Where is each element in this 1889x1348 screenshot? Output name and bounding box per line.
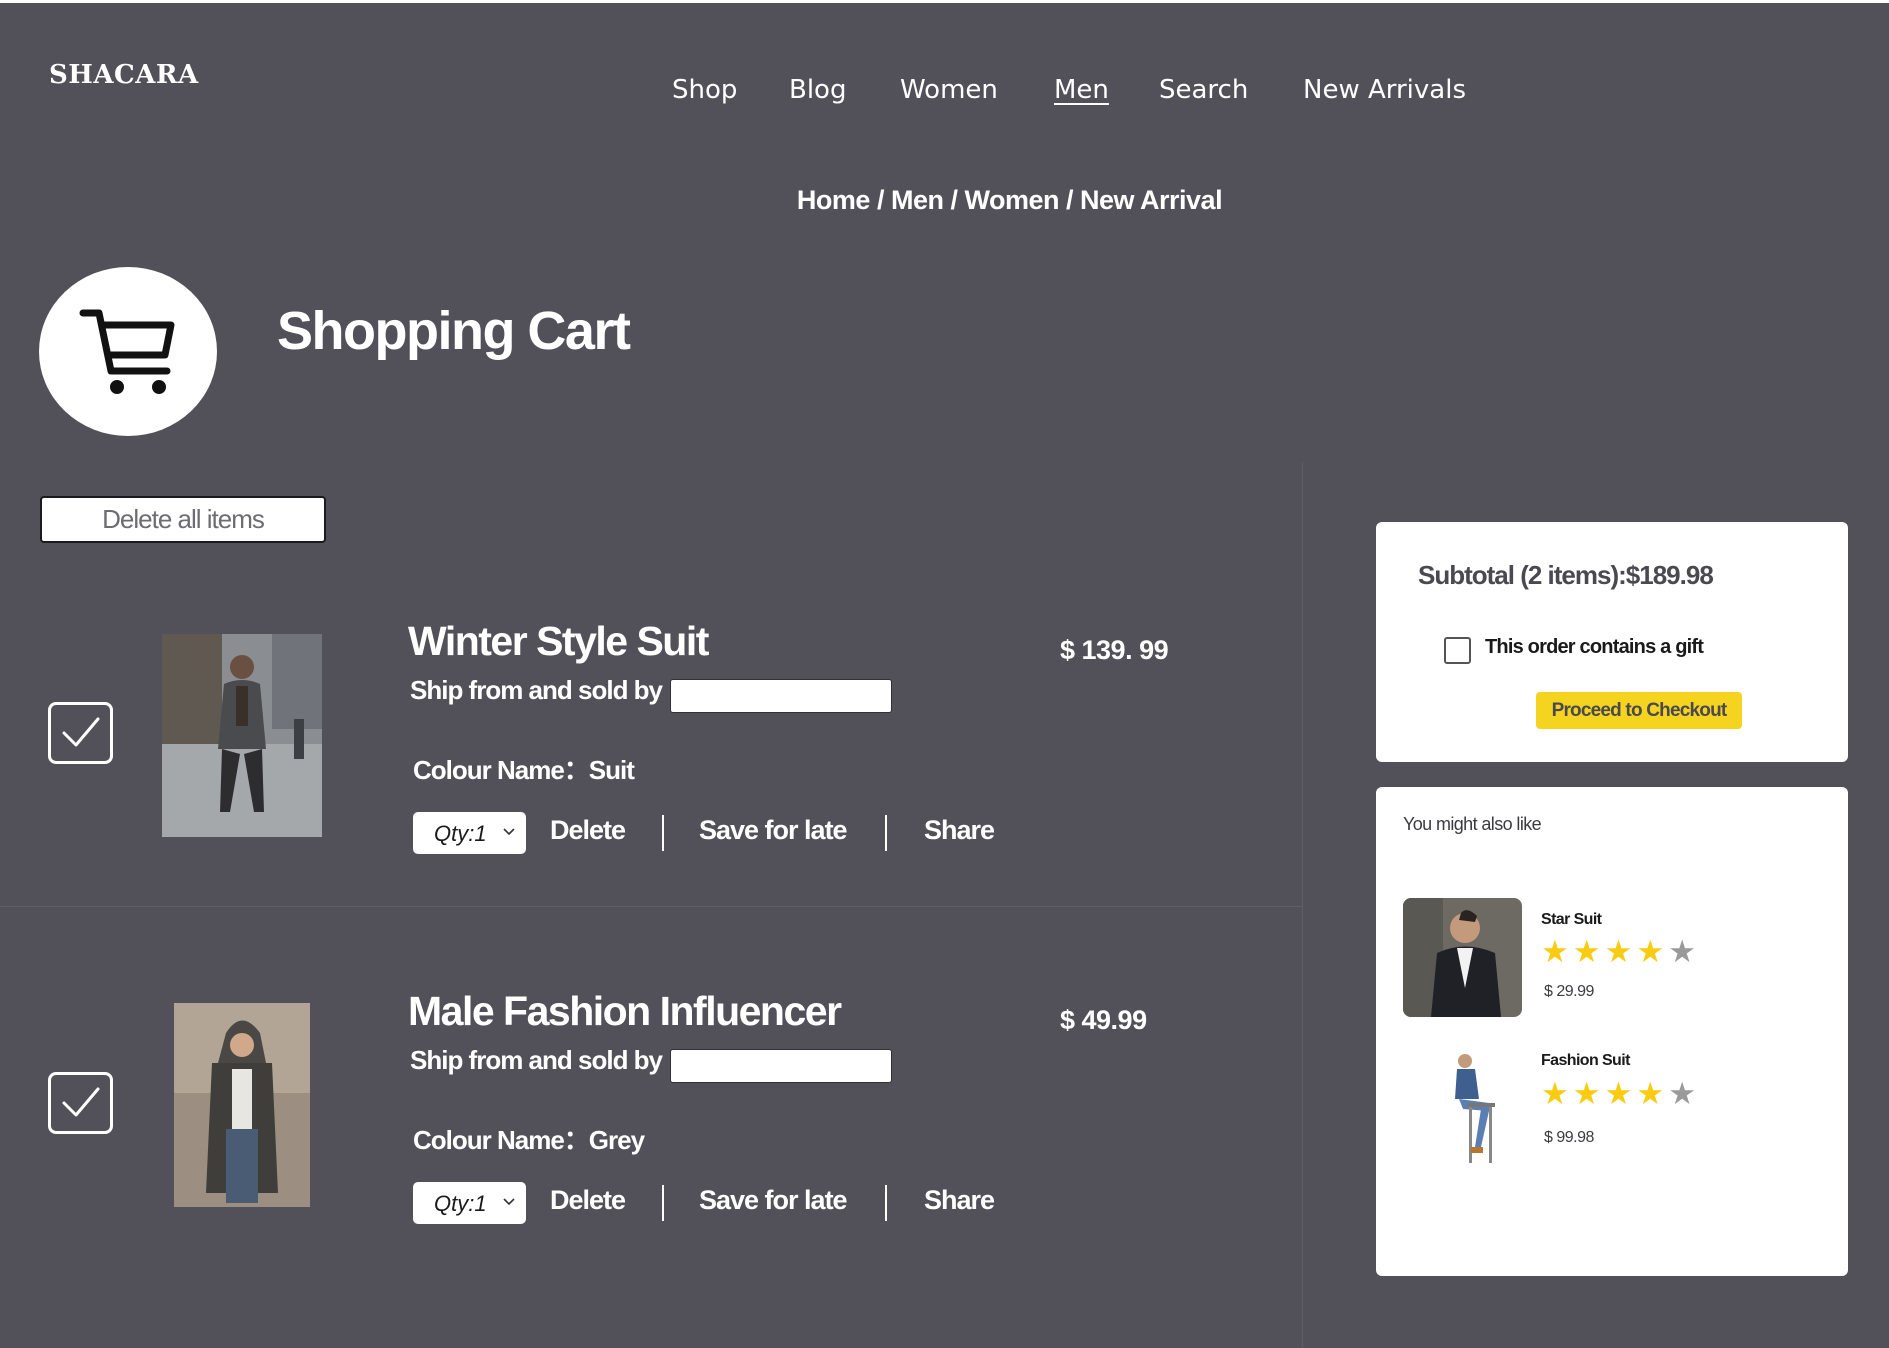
nav-shop[interactable]: Shop bbox=[672, 75, 737, 105]
shopping-cart-icon bbox=[79, 309, 175, 394]
recommendation-item[interactable]: Fashion Suit ★ ★ ★ ★ ★ $ 99.98 bbox=[1376, 1047, 1848, 1177]
breadcrumb-home[interactable]: Home bbox=[797, 185, 871, 215]
action-separator bbox=[662, 1185, 664, 1221]
recommendation-price: $ 29.99 bbox=[1544, 983, 1594, 1000]
seller-field bbox=[670, 1049, 892, 1083]
star-icon: ★ bbox=[1636, 934, 1665, 970]
breadcrumb-new-arrival[interactable]: New Arrival bbox=[1080, 185, 1223, 215]
checkmark-icon bbox=[62, 717, 100, 747]
item-checkbox[interactable] bbox=[48, 1072, 113, 1134]
star-icon: ★ bbox=[1604, 934, 1633, 970]
gift-label: This order contains a gift bbox=[1485, 636, 1704, 658]
item-divider bbox=[0, 906, 1302, 907]
product-image[interactable] bbox=[174, 1003, 310, 1207]
star-icon: ★ bbox=[1572, 934, 1601, 970]
ship-label: Ship from and sold by bbox=[410, 675, 663, 705]
delete-all-button[interactable]: Delete all items bbox=[40, 496, 326, 543]
cart-item: Male Fashion Influencer Ship from and so… bbox=[0, 988, 1300, 1250]
order-summary: Subtotal (2 items):$189.98 This order co… bbox=[1376, 522, 1848, 762]
star-icon: ★ bbox=[1604, 1076, 1633, 1112]
recommendation-image[interactable] bbox=[1403, 898, 1522, 1017]
colour-name: Colour Name：Grey bbox=[413, 1125, 645, 1155]
proceed-to-checkout-button[interactable]: Proceed to Checkout bbox=[1536, 692, 1742, 729]
column-divider bbox=[1302, 462, 1303, 1348]
chevron-down-icon bbox=[503, 1198, 515, 1206]
nav-new-arrivals[interactable]: New Arrivals bbox=[1303, 75, 1466, 105]
star-icon: ★ bbox=[1636, 1076, 1665, 1112]
star-icon: ★ bbox=[1572, 1076, 1601, 1112]
quantity-select[interactable]: Qty:1 bbox=[413, 1182, 526, 1224]
breadcrumb-women[interactable]: Women bbox=[964, 185, 1059, 215]
recommendation-name[interactable]: Star Suit bbox=[1541, 911, 1602, 929]
cart-item: Winter Style Suit Ship from and sold by … bbox=[0, 618, 1300, 880]
item-price: $ 49.99 bbox=[1060, 1005, 1147, 1035]
star-icon: ★ bbox=[1541, 1076, 1569, 1112]
recommendation-image[interactable] bbox=[1431, 1047, 1511, 1167]
save-for-later-button[interactable]: Save for late bbox=[699, 815, 848, 846]
quantity-value: Qty:1 bbox=[434, 821, 487, 846]
breadcrumb: Home / Men / Women / New Arrival bbox=[796, 185, 1223, 215]
colour-name: Colour Name：Suit bbox=[413, 755, 635, 785]
checkmark-icon bbox=[62, 1087, 100, 1117]
star-icon: ★ bbox=[1668, 1076, 1696, 1112]
subtotal-text: Subtotal (2 items):$189.98 bbox=[1418, 560, 1714, 590]
star-icon: ★ bbox=[1541, 934, 1569, 970]
recommendations-title: You might also like bbox=[1403, 814, 1542, 834]
item-checkbox[interactable] bbox=[48, 702, 113, 764]
save-for-later-button[interactable]: Save for late bbox=[699, 1185, 848, 1216]
seller-field bbox=[670, 679, 892, 713]
top-border bbox=[0, 0, 1889, 3]
star-icon: ★ bbox=[1668, 934, 1696, 970]
breadcrumb-men[interactable]: Men bbox=[891, 185, 944, 215]
recommendation-name[interactable]: Fashion Suit bbox=[1541, 1052, 1630, 1070]
quantity-select[interactable]: Qty:1 bbox=[413, 812, 526, 854]
cart-badge bbox=[39, 267, 217, 436]
main-nav: Shop Blog Women Men Search New Arrivals bbox=[0, 75, 1889, 115]
nav-search[interactable]: Search bbox=[1159, 75, 1248, 105]
action-separator bbox=[662, 815, 664, 851]
share-button[interactable]: Share bbox=[924, 815, 995, 846]
quantity-value: Qty:1 bbox=[434, 1191, 487, 1216]
recommendation-price: $ 99.98 bbox=[1544, 1129, 1594, 1146]
item-name[interactable]: Male Fashion Influencer bbox=[408, 988, 842, 1035]
nav-men[interactable]: Men bbox=[1054, 75, 1109, 105]
item-price: $ 139. 99 bbox=[1060, 635, 1169, 665]
gift-checkbox[interactable] bbox=[1444, 637, 1471, 664]
product-image[interactable] bbox=[162, 634, 322, 837]
recommendation-item[interactable]: Star Suit ★ ★ ★ ★ ★ $ 29.99 bbox=[1376, 897, 1848, 1027]
delete-button[interactable]: Delete bbox=[550, 815, 626, 846]
share-button[interactable]: Share bbox=[924, 1185, 995, 1216]
chevron-down-icon bbox=[503, 828, 515, 836]
action-separator bbox=[885, 815, 887, 851]
action-separator bbox=[885, 1185, 887, 1221]
star-rating: ★ ★ ★ ★ ★ bbox=[1541, 1079, 1696, 1110]
star-rating: ★ ★ ★ ★ ★ bbox=[1541, 937, 1696, 968]
nav-blog[interactable]: Blog bbox=[789, 75, 846, 105]
page-title: Shopping Cart bbox=[277, 301, 631, 361]
delete-button[interactable]: Delete bbox=[550, 1185, 626, 1216]
nav-women[interactable]: Women bbox=[900, 75, 998, 105]
ship-label: Ship from and sold by bbox=[410, 1045, 663, 1075]
recommendations-panel: You might also like Star Suit ★ ★ ★ ★ ★ $ 29… bbox=[1376, 787, 1848, 1276]
item-name[interactable]: Winter Style Suit bbox=[408, 618, 709, 665]
